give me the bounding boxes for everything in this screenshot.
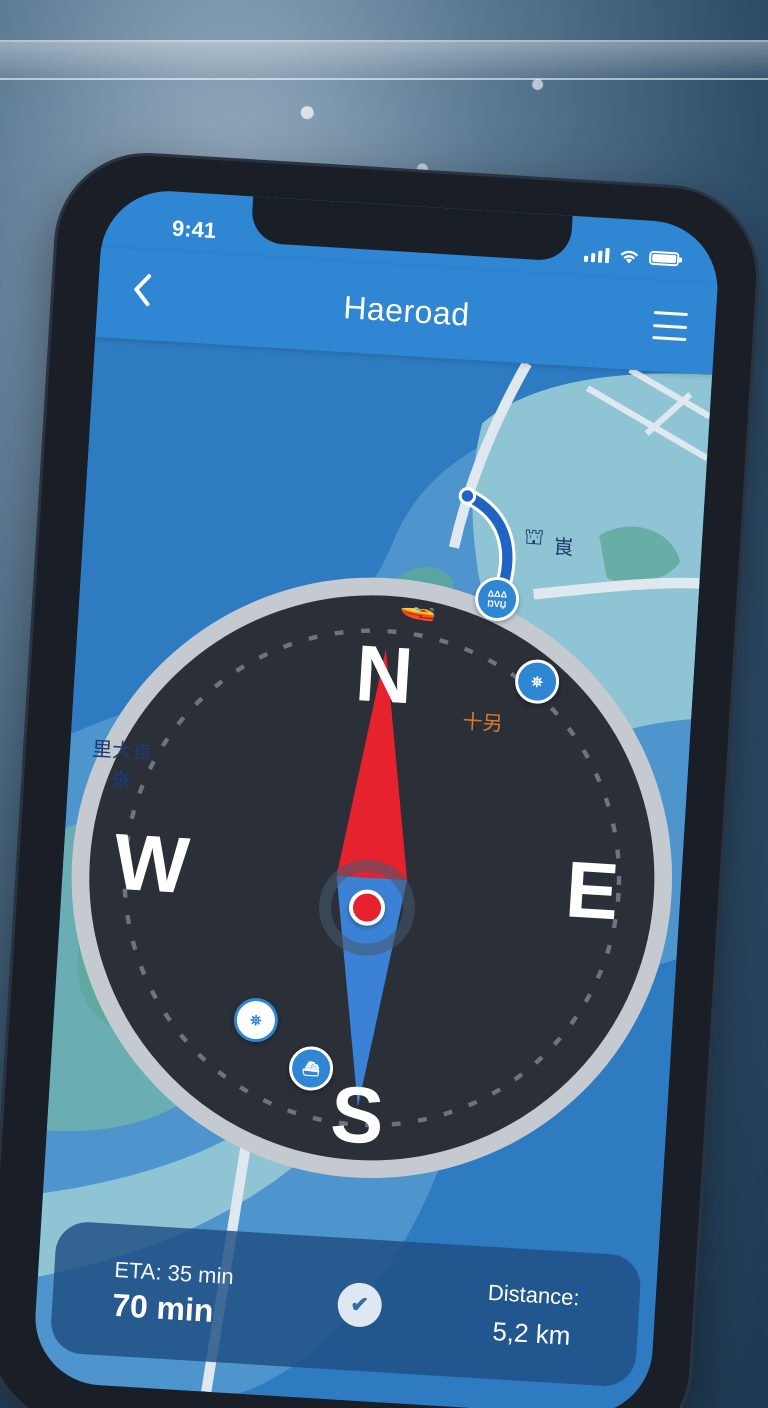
battery-icon <box>648 250 680 267</box>
compass-west: W <box>111 817 191 910</box>
status-icons <box>583 245 680 269</box>
menu-button[interactable] <box>652 311 688 342</box>
status-time: 9:41 <box>171 215 217 244</box>
page-title: Haeroad <box>342 288 471 333</box>
waterproof-pouch-seam <box>0 40 768 80</box>
compass-north: N <box>353 628 416 720</box>
boat-icon[interactable]: 🚤 <box>399 586 438 623</box>
map-label-top-place: 崀 <box>552 536 574 560</box>
phone-frame: 9:41 Haeroad N S E W 里大崀 ⛯ 十另 崀 ⛫ ΔΔΔ ŊV… <box>0 150 762 1408</box>
lighthouse-icon: ⛯ <box>249 1011 263 1028</box>
chevron-left-icon <box>134 274 152 307</box>
distance-value: 5,2 km <box>491 1315 572 1351</box>
lighthouse-icon: ⛯ <box>109 763 133 795</box>
signal-icon <box>583 246 610 263</box>
ferry-icon: ⛴ <box>301 1059 321 1077</box>
location-dot <box>347 888 387 927</box>
lighthouse-icon: ⛯ <box>531 672 544 690</box>
navigation-check-icon: ✔ <box>349 1291 370 1318</box>
poi-top-label: ΔΔΔ ŊVЏ <box>486 588 508 610</box>
back-button[interactable] <box>125 267 168 317</box>
eta-value: 70 min <box>111 1286 215 1329</box>
distance-label: Distance: <box>487 1279 581 1310</box>
map-label-left-place: 里大崀 <box>91 738 153 765</box>
map-view[interactable]: N S E W 里大崀 ⛯ 十另 崀 ⛫ ΔΔΔ ŊVЏ ⛯ ⛯ ⛴ 🚤 ETA… <box>31 336 713 1408</box>
wifi-icon <box>620 250 639 264</box>
hamburger-menu-icon <box>653 311 688 317</box>
map-label-mid-place: 十另 <box>461 711 504 736</box>
compass-south: S <box>328 1069 386 1161</box>
building-icon: ⛫ <box>523 523 545 550</box>
phone-screen: 9:41 Haeroad N S E W 里大崀 ⛯ 十另 崀 ⛫ ΔΔΔ ŊV… <box>31 187 722 1408</box>
compass-east: E <box>563 844 621 936</box>
recenter-button[interactable]: ✔ <box>336 1281 383 1329</box>
eta-label: ETA: 35 min <box>113 1256 235 1289</box>
eta-block: ETA: 35 min 70 min <box>111 1256 234 1330</box>
distance-block: Distance: 5,2 km <box>485 1279 581 1351</box>
